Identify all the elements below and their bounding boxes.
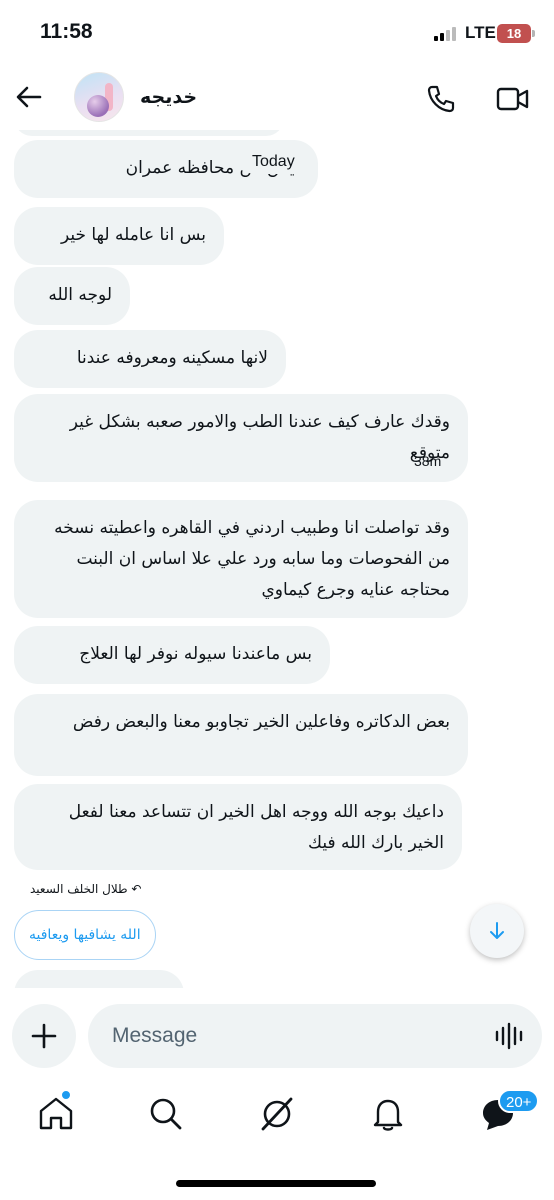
message-list[interactable]: ليمن من محافظه عمران Today بس انا عامله …: [0, 130, 554, 988]
reply-suggestion[interactable]: الله يشافيها ويعافيه: [14, 910, 156, 960]
message-bubble[interactable]: داعيك بوجه الله ووجه اهل الخير ان تتساعد…: [14, 784, 462, 870]
home-notification-dot: [61, 1090, 71, 1100]
message-bubble[interactable]: بس انا عامله لها خير: [14, 207, 224, 265]
message-text: وقدك عارف كيف عندنا الطب والامور صعبه بش…: [69, 412, 450, 463]
call-button[interactable]: [426, 84, 456, 114]
message-text: وقد تواصلت انا وطبيب اردني في القاهره وا…: [54, 518, 450, 600]
message-text: بس ماعندنا سيوله نوفر لها العلاج: [79, 644, 312, 664]
reply-indicator: ↶ طلال الخلف السعيد: [30, 882, 145, 896]
home-indicator: [176, 1180, 376, 1187]
message-bubble-partial: [14, 130, 284, 136]
message-timestamp: 38m: [414, 453, 442, 469]
bell-icon: [373, 1099, 403, 1131]
grok-icon: [261, 1097, 293, 1131]
nav-search[interactable]: [146, 1094, 186, 1134]
voice-wave-icon: [495, 1022, 523, 1050]
add-attachment-button[interactable]: [12, 1004, 76, 1068]
message-composer: [0, 1000, 554, 1070]
message-bubble[interactable]: بعض الدكاتره وفاعلين الخير تجاوبو معنا و…: [14, 694, 468, 776]
arrow-down-icon: [490, 922, 504, 939]
video-call-button[interactable]: [496, 84, 530, 114]
message-text: بس انا عامله لها خير: [60, 225, 206, 245]
message-bubble[interactable]: بس ماعندنا سيوله نوفر لها العلاج: [14, 626, 330, 684]
phone-icon: [427, 85, 455, 113]
message-text: لانها مسكينه ومعروفه عندنا: [76, 348, 268, 368]
contact-name[interactable]: خديجه: [140, 86, 197, 108]
messages-badge: 20+: [498, 1089, 540, 1113]
reply-indicator-name: طلال الخلف السعيد: [30, 882, 128, 896]
conversation-header: خديجه: [0, 66, 554, 130]
message-text: داعيك بوجه الله ووجه اهل الخير ان تتساعد…: [68, 802, 444, 853]
nav-grok[interactable]: [257, 1094, 297, 1134]
status-bar: 11:58 LTE 18: [0, 0, 554, 66]
video-icon: [496, 87, 529, 111]
message-text: بعض الدكاتره وفاعلين الخير تجاوبو معنا و…: [72, 712, 450, 732]
plus-icon: [31, 1023, 57, 1049]
back-arrow-icon: [16, 86, 42, 108]
nav-home[interactable]: [36, 1094, 76, 1134]
bottom-navigation: 20+: [0, 1080, 554, 1160]
reply-icon: ↶: [131, 882, 142, 896]
search-icon: [150, 1098, 182, 1130]
message-bubble[interactable]: وقد تواصلت انا وطبيب اردني في القاهره وا…: [14, 500, 468, 618]
home-icon: [39, 1097, 73, 1130]
date-separator: Today: [242, 150, 305, 174]
message-text: لوجه الله: [48, 285, 112, 305]
avatar[interactable]: [74, 72, 124, 122]
back-button[interactable]: [12, 80, 46, 114]
scroll-to-bottom-button[interactable]: [470, 904, 524, 958]
message-bubble[interactable]: وقدك عارف كيف عندنا الطب والامور صعبه بش…: [14, 394, 468, 482]
nav-notifications[interactable]: [368, 1094, 408, 1134]
voice-message-button[interactable]: [494, 1022, 524, 1050]
network-label: LTE: [465, 23, 496, 42]
signal-icon: [434, 27, 458, 41]
message-bubble[interactable]: لوجه الله: [14, 267, 130, 325]
message-bubble-partial: [14, 970, 184, 988]
battery-icon: 18: [497, 24, 535, 43]
status-time: 11:58: [40, 20, 93, 43]
message-bubble[interactable]: لانها مسكينه ومعروفه عندنا: [14, 330, 286, 388]
message-input[interactable]: [88, 1004, 542, 1068]
